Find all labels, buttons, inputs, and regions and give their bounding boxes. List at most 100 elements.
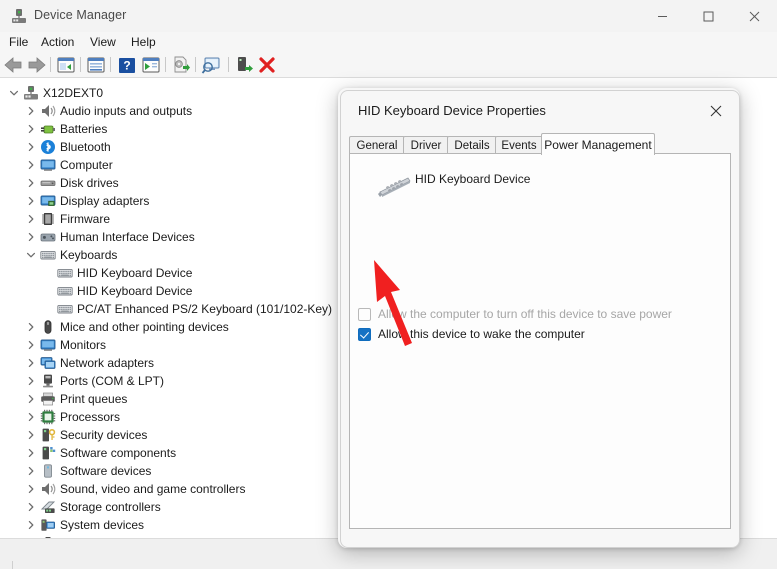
tree-item-label: Display adapters — [60, 194, 150, 208]
software-device-icon — [40, 463, 56, 479]
menu-action[interactable]: Action — [41, 35, 74, 50]
display-adapter-icon — [40, 193, 56, 209]
scan-hardware-icon[interactable] — [141, 55, 161, 75]
chevron-right-icon[interactable] — [23, 228, 39, 246]
tree-item-label: Firmware — [60, 212, 110, 226]
tree-item-label: Mice and other pointing devices — [60, 320, 229, 334]
chevron-right-icon[interactable] — [23, 516, 39, 534]
monitor-icon — [40, 337, 56, 353]
help-icon[interactable]: ? — [117, 55, 137, 75]
chevron-right-icon[interactable] — [23, 498, 39, 516]
toolbar-separator — [50, 57, 51, 72]
toolbar: ? — [0, 52, 777, 78]
monitor-icon — [40, 157, 56, 173]
chevron-right-icon[interactable] — [23, 444, 39, 462]
power-option-label: Allow the computer to turn off this devi… — [378, 307, 672, 321]
toolbar-separator — [110, 57, 111, 72]
toolbar-separator — [228, 57, 229, 72]
menu-bar: File Action View Help — [0, 32, 777, 52]
maximize-button[interactable] — [685, 0, 731, 32]
enable-device-icon[interactable] — [234, 55, 254, 75]
svg-text:?: ? — [123, 59, 130, 73]
tree-item-label: Bluetooth — [60, 140, 111, 154]
computer-root-icon — [23, 85, 39, 101]
tree-item-label: PC/AT Enhanced PS/2 Keyboard (101/102-Ke… — [77, 302, 333, 316]
chevron-right-icon[interactable] — [23, 102, 39, 120]
tab-details[interactable]: Details — [447, 136, 497, 154]
dialog-title: HID Keyboard Device Properties — [358, 103, 546, 118]
device-manager-icon — [10, 7, 28, 25]
keyboard-icon — [57, 283, 73, 299]
chevron-right-icon[interactable] — [23, 462, 39, 480]
tree-item-label: Monitors — [60, 338, 107, 352]
tree-item-label: Sound, video and game controllers — [60, 482, 246, 496]
tab-events[interactable]: Events — [495, 136, 543, 154]
minimize-button[interactable] — [639, 0, 685, 32]
chevron-right-icon[interactable] — [23, 174, 39, 192]
disk-drive-icon — [40, 175, 56, 191]
chevron-down-icon[interactable] — [6, 84, 22, 102]
menu-file[interactable]: File — [9, 35, 28, 50]
chevron-right-icon[interactable] — [23, 426, 39, 444]
chevron-right-icon[interactable] — [23, 120, 39, 138]
keyboard-icon — [57, 301, 73, 317]
tree-item-label: Computer — [60, 158, 113, 172]
device-properties-dialog: HID Keyboard Device Properties General Dr… — [340, 90, 740, 548]
chevron-right-icon[interactable] — [23, 210, 39, 228]
storage-controller-icon — [40, 499, 56, 515]
power-option-row: Allow the computer to turn off this devi… — [358, 306, 672, 322]
tree-item-label: Batteries — [60, 122, 108, 136]
tab-general[interactable]: General — [349, 136, 405, 154]
power-option-row[interactable]: Allow this device to wake the computer — [358, 326, 585, 342]
tree-item-label: Human Interface Devices — [60, 230, 195, 244]
tree-item-label: System devices — [60, 518, 145, 532]
uninstall-device-icon[interactable] — [257, 55, 277, 75]
tab-driver[interactable]: Driver — [403, 136, 449, 154]
tree-item-label: Security devices — [60, 428, 148, 442]
menu-help[interactable]: Help — [131, 35, 156, 50]
checkbox-unchecked-icon — [358, 307, 371, 321]
chevron-right-icon[interactable] — [23, 156, 39, 174]
window-title: Device Manager — [34, 8, 127, 22]
menu-view[interactable]: View — [90, 35, 116, 50]
close-button[interactable] — [731, 0, 777, 32]
chevron-right-icon[interactable] — [23, 354, 39, 372]
dialog-device-name: HID Keyboard Device — [415, 172, 531, 186]
tree-item-label: Audio inputs and outputs — [60, 104, 193, 118]
hid-icon — [40, 229, 56, 245]
tree-item-label: HID Keyboard Device — [77, 284, 193, 298]
update-driver-icon[interactable] — [171, 55, 191, 75]
chevron-right-icon[interactable] — [23, 372, 39, 390]
firmware-chip-icon — [40, 211, 56, 227]
forward-icon[interactable] — [26, 55, 46, 75]
tree-item-label: Processors — [60, 410, 121, 424]
network-adapter-icon — [40, 355, 56, 371]
bluetooth-icon — [40, 139, 56, 155]
chevron-right-icon[interactable] — [23, 192, 39, 210]
chevron-right-icon[interactable] — [23, 408, 39, 426]
chevron-right-icon[interactable] — [23, 480, 39, 498]
printer-icon — [40, 391, 56, 407]
keyboard-icon — [40, 247, 56, 263]
chevron-right-icon[interactable] — [23, 336, 39, 354]
dialog-close-button[interactable] — [699, 97, 733, 125]
back-icon[interactable] — [4, 55, 24, 75]
device-manager-window: Device Manager File Action View Help ? X12D… — [0, 0, 777, 569]
checkbox-checked-icon[interactable] — [358, 327, 371, 341]
tab-power-management[interactable]: Power Management — [541, 133, 655, 155]
system-device-icon — [40, 517, 56, 533]
tree-item-label: Disk drives — [60, 176, 119, 190]
toolbar-separator — [165, 57, 166, 72]
title-bar: Device Manager — [0, 0, 777, 32]
chevron-right-icon[interactable] — [23, 138, 39, 156]
chevron-right-icon[interactable] — [23, 318, 39, 336]
chevron-right-icon[interactable] — [23, 390, 39, 408]
display-devices-icon[interactable] — [201, 55, 221, 75]
show-hidden-devices-icon[interactable] — [56, 55, 76, 75]
toolbar-separator — [80, 57, 81, 72]
processor-icon — [40, 409, 56, 425]
chevron-down-icon[interactable] — [23, 246, 39, 264]
dialog-tab-strip: General Driver Details Events Power Manageme… — [349, 133, 731, 155]
speaker-icon — [40, 481, 56, 497]
properties-icon[interactable] — [86, 55, 106, 75]
